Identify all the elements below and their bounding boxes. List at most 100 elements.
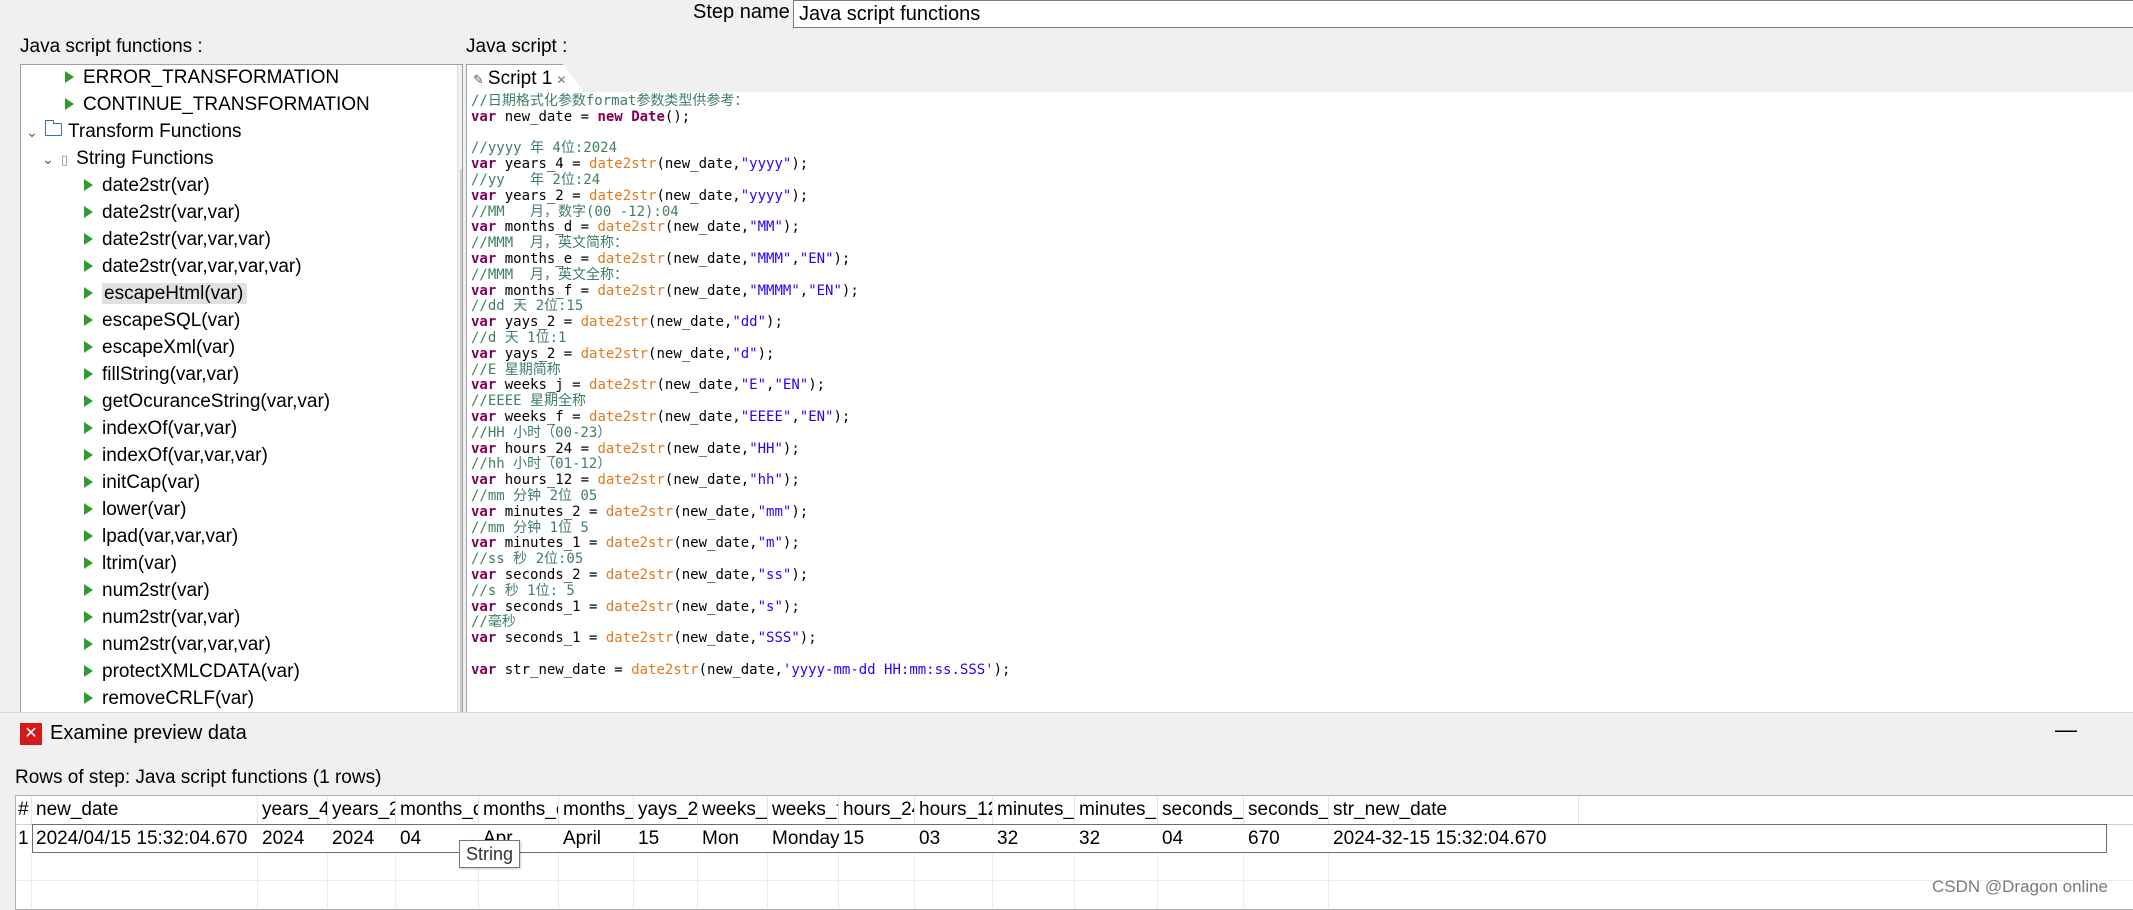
column-header[interactable]: months_f — [559, 796, 634, 824]
grid-line — [633, 853, 634, 909]
column-header[interactable]: hours_24 — [839, 796, 915, 824]
code-line: var months_f = date2str(new_date,"MMMM",… — [471, 283, 859, 299]
step-name-input[interactable] — [793, 0, 2133, 28]
scroll-up-icon[interactable]: ▲ — [458, 65, 462, 89]
tree-item-folder[interactable]: ⌄ Transform Functions — [25, 119, 242, 145]
column-header[interactable]: months_e — [479, 796, 559, 824]
tree-item-function[interactable]: getOcuranceString(var,var) — [84, 389, 330, 415]
scroll-thumb[interactable] — [460, 169, 462, 713]
folder-icon — [45, 120, 62, 137]
tree-item-label: num2str(var,var,var) — [102, 634, 271, 655]
code-token: date2str — [580, 345, 649, 362]
code-token: //mm 分钟 2位 05 — [471, 488, 598, 504]
code-token: yays_2 = — [496, 345, 581, 362]
function-arrow-icon — [84, 637, 93, 650]
code-token: "EN" — [774, 377, 809, 394]
column-header[interactable]: years_2 — [328, 796, 396, 824]
function-arrow-icon — [84, 448, 93, 461]
close-tab-icon[interactable]: ✕ — [556, 73, 566, 87]
grid-line — [914, 853, 915, 909]
tree-item-function[interactable]: lpad(var,var,var) — [84, 524, 238, 550]
code-line: var hours_24 = date2str(new_date,"HH"); — [471, 441, 800, 457]
code-token: ); — [791, 156, 809, 173]
code-token: "EN" — [799, 251, 834, 267]
tree-item-folder[interactable]: ⌄ ▯ String Functions — [41, 146, 213, 172]
tab-script-1[interactable]: ✎ Script 1 ✕ — [466, 64, 584, 92]
tree-item-function[interactable]: escapeHtml(var) — [84, 281, 248, 307]
code-line: //dd 天 2位:15 — [471, 298, 583, 314]
tree-item-function[interactable]: num2str(var) — [84, 578, 210, 604]
code-token: ); — [757, 345, 775, 362]
code-token: ); — [782, 598, 800, 615]
code-token: (new_date, — [648, 345, 733, 362]
tree-item-function[interactable]: ERROR_TRANSFORMATION — [65, 65, 339, 91]
collapse-chevron-icon[interactable]: ⌄ — [41, 146, 55, 172]
code-line: var yays_2 = date2str(new_date,"dd"); — [471, 314, 783, 330]
table-cell[interactable]: 1 — [16, 825, 32, 853]
code-line: //d 天 1位:1 — [471, 330, 566, 346]
tree-item-label: escapeHtml(var) — [102, 283, 248, 304]
tree-item-function[interactable]: ltrim(var) — [84, 551, 177, 577]
code-line: var years_4 = date2str(new_date,"yyyy"); — [471, 156, 808, 172]
code-token: date2str — [605, 630, 674, 647]
tree-item-function[interactable]: num2str(var,var) — [84, 605, 240, 631]
code-token: date2str — [631, 661, 699, 678]
tree-item-function[interactable]: escapeSQL(var) — [84, 308, 240, 334]
column-header[interactable]: new_date — [32, 796, 258, 824]
tree-item-function[interactable]: escapeXml(var) — [84, 335, 235, 361]
grid-line — [1157, 853, 1158, 909]
code-line: var weeks_f = date2str(new_date,"EEEE","… — [471, 409, 850, 425]
tree-item-label: ERROR_TRANSFORMATION — [83, 67, 340, 88]
tree-item-label: date2str(var) — [102, 175, 210, 196]
column-header[interactable]: hours_12 — [915, 796, 993, 824]
code-token: var — [471, 108, 497, 125]
tree-item-function[interactable]: fillString(var,var) — [84, 362, 239, 388]
tree-item-function[interactable]: CONTINUE_TRANSFORMATION — [65, 92, 370, 118]
code-token: minutes_1 = — [496, 535, 606, 552]
code-token: //MMM 月，英文全称： — [471, 266, 629, 283]
column-header[interactable]: weeks_j — [698, 796, 768, 824]
function-arrow-icon — [84, 664, 93, 677]
code-line: //ss 秒 2位:05 — [471, 551, 583, 567]
code-token: date2str — [597, 251, 665, 267]
tree-item-function[interactable]: date2str(var,var,var,var) — [84, 254, 302, 280]
code-token: var — [471, 567, 497, 583]
column-header[interactable]: seconds_2 — [1158, 796, 1244, 824]
code-line: //MM 月，数字(00 -12):04 — [471, 204, 679, 220]
code-line: var hours_12 = date2str(new_date,"hh"); — [471, 472, 800, 488]
tree-item-function[interactable]: initCap(var) — [84, 470, 200, 496]
grid-line — [767, 853, 768, 909]
code-token: date2str — [605, 598, 674, 615]
tree-item-function[interactable]: indexOf(var,var) — [84, 416, 237, 442]
function-arrow-icon — [65, 70, 74, 83]
tree-item-function[interactable]: indexOf(var,var,var) — [84, 443, 268, 469]
tree-item-label: getOcuranceString(var,var) — [102, 391, 331, 412]
tree-item-function[interactable]: protectXMLCDATA(var) — [84, 659, 300, 685]
tree-item-function[interactable]: lower(var) — [84, 497, 186, 523]
minimize-button[interactable]: — — [2055, 717, 2077, 743]
column-header[interactable]: months_d — [396, 796, 479, 824]
preview-table[interactable]: # new_date years_4 years_2 months_d months_e m… — [15, 795, 2133, 910]
column-header[interactable]: minutes_1 — [1075, 796, 1158, 824]
column-header[interactable]: minutes_2 — [993, 796, 1075, 824]
column-header[interactable]: str_new_date — [1329, 796, 1579, 824]
tree-item-function[interactable]: date2str(var,var,var) — [84, 227, 271, 253]
code-token: weeks_f = — [496, 409, 590, 425]
tree-item-function[interactable]: date2str(var,var) — [84, 200, 240, 226]
grid-line — [558, 853, 559, 909]
column-header[interactable]: # — [16, 796, 32, 824]
tree-scrollbar[interactable]: ▲ — [457, 65, 462, 713]
column-header[interactable]: yays_2 — [634, 796, 698, 824]
tree-item-function[interactable]: removeCRLF(var) — [84, 686, 254, 712]
column-header[interactable]: years_4 — [258, 796, 328, 824]
functions-tree[interactable]: ERROR_TRANSFORMATION CONTINUE_TRANSFORMAT… — [20, 64, 463, 714]
code-token: //yyyy 年 4位:2024 — [471, 140, 618, 157]
column-header[interactable]: seconds_1 — [1244, 796, 1329, 824]
tree-item-function[interactable]: num2str(var,var,var) — [84, 632, 271, 658]
script-icon: ✎ — [473, 72, 484, 87]
collapse-chevron-icon[interactable]: ⌄ — [25, 119, 39, 145]
column-header[interactable]: weeks_f — [768, 796, 839, 824]
script-editor[interactable]: //日期格式化参数format参数类型供参考： var new_date = ne… — [466, 92, 2133, 712]
tree-item-function[interactable]: date2str(var) — [84, 173, 210, 199]
code-token: years_4 = — [496, 156, 590, 173]
